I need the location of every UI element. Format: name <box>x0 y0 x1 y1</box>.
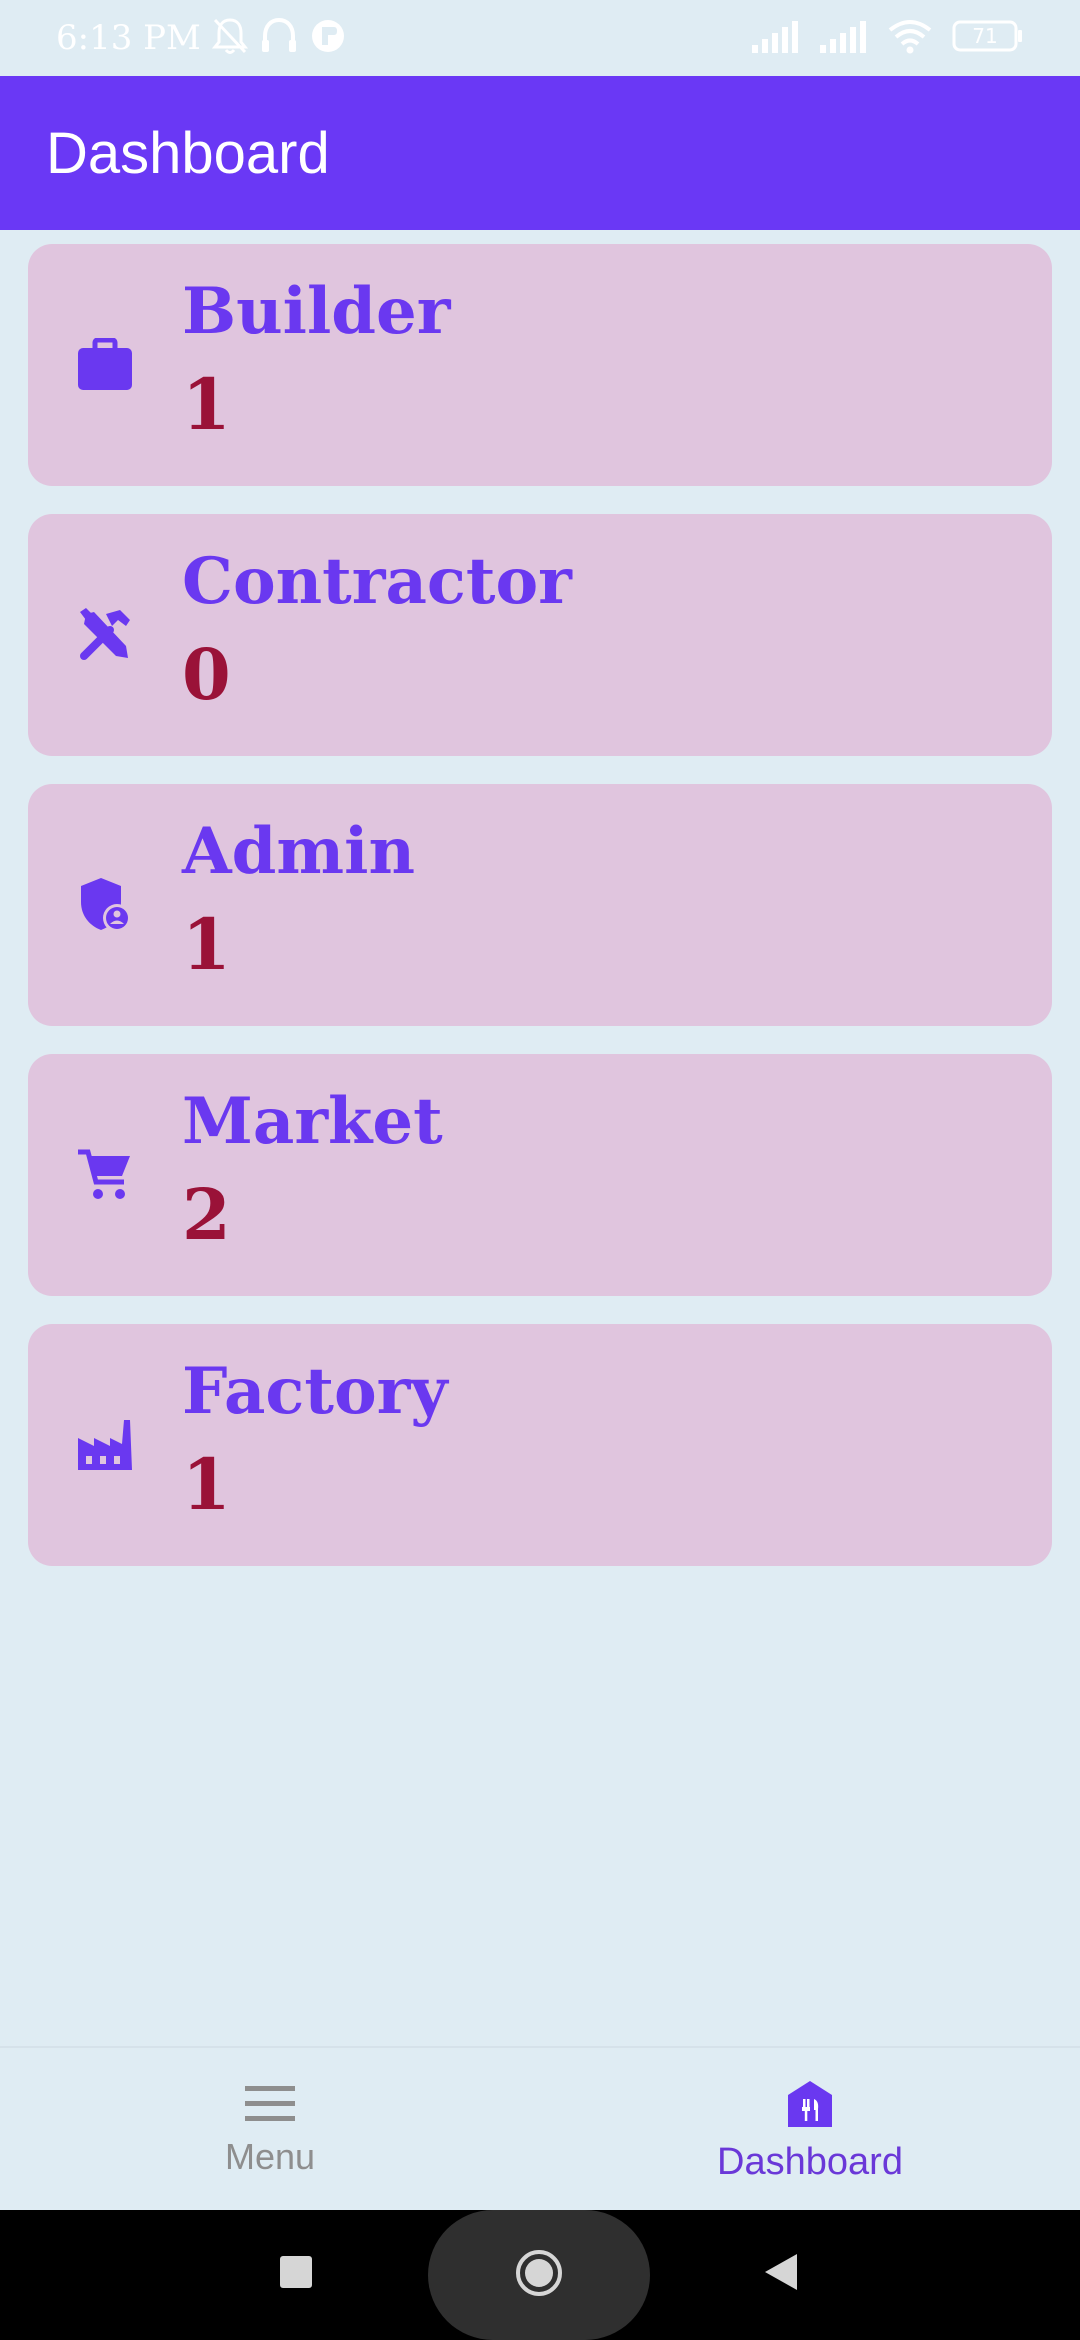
status-right: 71 <box>750 18 1024 58</box>
card-contractor[interactable]: Contractor 0 <box>28 514 1052 756</box>
card-title: Contractor <box>182 544 572 619</box>
wifi-icon <box>886 18 934 58</box>
dashboard-cards: Builder 1 Contractor 0 Admin 1 Market 2 … <box>28 244 1052 1594</box>
card-factory[interactable]: Factory 1 <box>28 1324 1052 1566</box>
back-button[interactable] <box>762 2254 800 2294</box>
signal-icon <box>818 19 868 57</box>
cart-icon <box>74 1144 136 1206</box>
app-bar: Dashboard <box>0 76 1080 230</box>
signal-icon <box>750 19 800 57</box>
bottom-navigation: Menu Dashboard <box>0 2046 1080 2210</box>
admin-shield-icon <box>74 874 136 936</box>
card-count: 1 <box>182 363 231 446</box>
card-builder[interactable]: Builder 1 <box>28 244 1052 486</box>
card-count: 1 <box>182 1443 231 1526</box>
back-triangle-icon <box>763 2252 799 2296</box>
card-count: 0 <box>182 633 231 716</box>
home-button[interactable] <box>428 2210 650 2340</box>
card-market[interactable]: Market 2 <box>28 1054 1052 1296</box>
card-text: Contractor 0 <box>182 538 572 724</box>
page-title: Dashboard <box>46 120 330 186</box>
square-icon <box>279 2255 313 2293</box>
card-text: Builder 1 <box>182 268 450 454</box>
system-navigation-bar <box>0 2210 1080 2340</box>
briefcase-icon <box>74 334 136 396</box>
status-left: 6:13 PM <box>56 16 347 60</box>
recents-button[interactable] <box>278 2256 314 2292</box>
tools-icon <box>74 604 136 666</box>
home-circle-icon <box>513 2247 565 2303</box>
card-title: Factory <box>182 1354 448 1429</box>
card-text: Admin 1 <box>182 808 415 994</box>
card-title: Builder <box>182 274 451 349</box>
battery-icon: 71 <box>952 19 1024 57</box>
status-bar: 6:13 PM 71 <box>0 0 1080 76</box>
menu-icon <box>243 2084 297 2128</box>
nav-item-dashboard[interactable]: Dashboard <box>540 2048 1080 2210</box>
nav-label-menu: Menu <box>224 2136 316 2177</box>
card-text: Factory 1 <box>182 1348 448 1534</box>
card-title: Market <box>182 1084 443 1159</box>
card-title: Admin <box>182 814 415 889</box>
status-time: 6:13 PM <box>56 18 201 58</box>
nav-item-menu[interactable]: Menu <box>0 2048 540 2210</box>
card-count: 1 <box>182 903 231 986</box>
factory-icon <box>74 1414 136 1476</box>
headphones-icon <box>259 16 299 60</box>
card-admin[interactable]: Admin 1 <box>28 784 1052 1026</box>
card-text: Market 2 <box>182 1078 443 1264</box>
dashboard-home-icon <box>786 2079 834 2133</box>
card-count: 2 <box>182 1173 231 1256</box>
app-notification-icon <box>309 17 347 59</box>
bell-off-icon <box>211 16 249 60</box>
battery-level: 71 <box>972 24 998 48</box>
nav-label-dashboard: Dashboard <box>717 2140 903 2183</box>
